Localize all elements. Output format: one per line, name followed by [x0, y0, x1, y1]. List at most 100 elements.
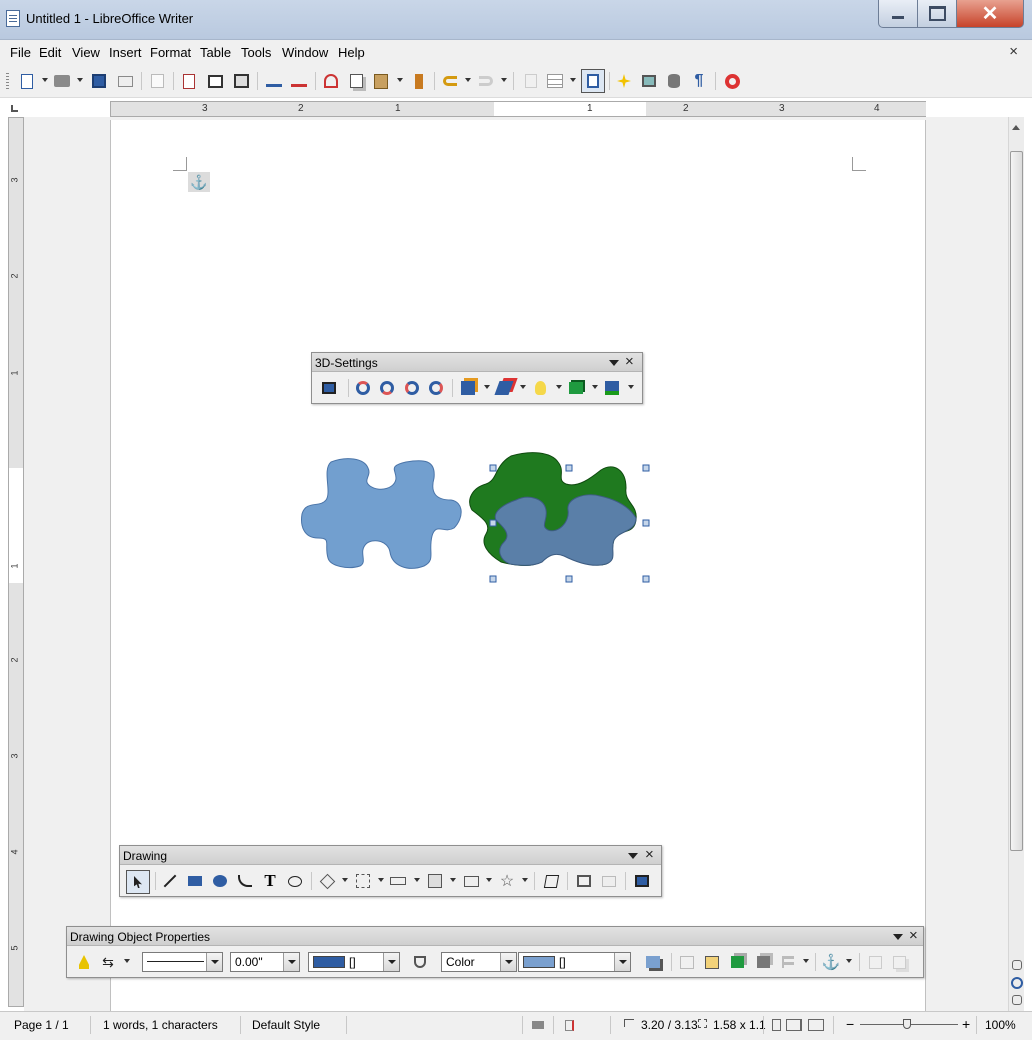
open-folder-icon[interactable] — [52, 71, 72, 91]
arrow-style-icon[interactable]: ⇆ — [98, 952, 118, 972]
anchor-menu-icon[interactable]: ⚓ — [821, 952, 841, 972]
menu-file[interactable]: File — [10, 45, 31, 60]
menu-format[interactable]: Format — [150, 45, 191, 60]
multi-page-view-icon[interactable] — [786, 1019, 802, 1031]
horizontal-ruler[interactable]: 3 2 1 1 2 3 4 — [110, 101, 926, 117]
line-icon[interactable] — [160, 871, 180, 891]
email-icon[interactable] — [115, 71, 135, 91]
table-icon[interactable] — [545, 71, 565, 91]
3d-color-icon[interactable] — [602, 378, 622, 398]
extrusion-icon[interactable] — [632, 871, 652, 891]
book-view-icon[interactable] — [808, 1019, 824, 1031]
points-icon[interactable] — [541, 871, 561, 891]
menu-table[interactable]: Table — [200, 45, 231, 60]
ellipse-icon[interactable] — [210, 871, 230, 891]
word-count[interactable]: 1 words, 1 characters — [103, 1018, 218, 1032]
toolbar-titlebar[interactable]: Drawing × — [120, 846, 661, 865]
redo-dropdown-icon[interactable] — [501, 78, 507, 82]
close-toolbar-icon[interactable]: × — [625, 353, 634, 370]
arrange-icon[interactable] — [753, 952, 773, 972]
selection-handle[interactable] — [642, 519, 650, 527]
align-dropdown-icon[interactable] — [803, 959, 809, 963]
paste-icon[interactable] — [371, 71, 391, 91]
undo-dropdown-icon[interactable] — [465, 78, 471, 82]
zoom-in-icon[interactable]: + — [962, 1016, 970, 1032]
gallery-icon[interactable] — [639, 71, 659, 91]
close-toolbar-icon[interactable]: × — [909, 927, 918, 944]
autospellcheck-icon[interactable] — [289, 71, 309, 91]
selection-handle[interactable] — [565, 575, 573, 583]
callout-shapes-dropdown-icon[interactable] — [486, 878, 492, 882]
bring-to-front-icon[interactable] — [727, 952, 747, 972]
undo-icon[interactable] — [440, 71, 460, 91]
selection-handle[interactable] — [642, 464, 650, 472]
help-icon[interactable] — [722, 71, 742, 91]
3d-color-dropdown-icon[interactable] — [628, 385, 634, 389]
document-modified-icon[interactable] — [565, 1020, 574, 1031]
vertical-ruler[interactable]: 3 2 1 1 2 3 4 5 — [8, 117, 24, 1007]
direction-dropdown-icon[interactable] — [520, 385, 526, 389]
shadow-icon[interactable] — [643, 952, 663, 972]
edit-mode-icon[interactable] — [147, 71, 167, 91]
symbol-shapes-dropdown-icon[interactable] — [378, 878, 384, 882]
toolbar-grip[interactable] — [6, 73, 9, 89]
hyperlink-icon[interactable] — [521, 71, 541, 91]
navigation-icon[interactable] — [1011, 977, 1023, 989]
surface-dropdown-icon[interactable] — [592, 385, 598, 389]
previous-page-icon[interactable] — [1012, 960, 1022, 970]
toolbar-options-icon[interactable] — [609, 360, 619, 366]
vertical-scrollbar[interactable] — [1008, 117, 1024, 1011]
spellcheck-icon[interactable] — [264, 71, 284, 91]
close-window-button[interactable]: ✕ — [956, 0, 1024, 28]
direction-icon[interactable] — [494, 378, 514, 398]
line-style-select[interactable] — [142, 952, 223, 972]
chevron-down-icon[interactable] — [500, 953, 516, 971]
print-icon[interactable] — [205, 71, 225, 91]
spin-arrows-icon[interactable] — [283, 953, 299, 971]
chevron-down-icon[interactable] — [383, 953, 399, 971]
select-pointer-icon[interactable] — [126, 870, 150, 894]
align-icon[interactable] — [778, 952, 798, 972]
selection-handle[interactable] — [489, 575, 497, 583]
menu-tools[interactable]: Tools — [241, 45, 271, 60]
callout-shapes-icon[interactable] — [461, 871, 481, 891]
line-color-select[interactable]: [] — [308, 952, 400, 972]
lighting-dropdown-icon[interactable] — [556, 385, 562, 389]
paste-dropdown-icon[interactable] — [397, 78, 403, 82]
toolbar-titlebar[interactable]: 3D-Settings × — [312, 353, 642, 372]
surface-icon[interactable] — [566, 378, 586, 398]
depth-icon[interactable] — [458, 378, 478, 398]
selection-handle[interactable] — [642, 575, 650, 583]
ruler-corner-icon[interactable] — [11, 105, 18, 112]
line-width-field[interactable]: 0.00" — [230, 952, 300, 972]
redo-icon[interactable] — [476, 71, 496, 91]
minimize-button[interactable] — [878, 0, 918, 28]
block-arrows-icon[interactable] — [388, 871, 408, 891]
callouts-icon[interactable] — [285, 871, 305, 891]
anchor-icon[interactable]: ⚓ — [188, 172, 210, 192]
page-indicator[interactable]: Page 1 / 1 — [14, 1018, 69, 1032]
selection-handle[interactable] — [489, 519, 497, 527]
data-sources-icon[interactable] — [664, 71, 684, 91]
tilt-down-icon[interactable] — [353, 378, 373, 398]
open-dropdown-icon[interactable] — [77, 78, 83, 82]
navigator-icon[interactable] — [614, 71, 634, 91]
text-icon[interactable]: T — [260, 871, 280, 891]
single-page-view-icon[interactable] — [772, 1019, 781, 1031]
stars-dropdown-icon[interactable] — [522, 878, 528, 882]
close-document-icon[interactable]: × — [1009, 43, 1018, 60]
basic-shapes-icon[interactable] — [317, 871, 337, 891]
chevron-down-icon[interactable] — [614, 953, 630, 971]
arrow-style-dropdown-icon[interactable] — [124, 959, 130, 963]
ungroup-icon[interactable] — [889, 952, 909, 972]
table-dropdown-icon[interactable] — [570, 78, 576, 82]
page-style[interactable]: Default Style — [252, 1018, 320, 1032]
new-document-icon[interactable] — [17, 71, 37, 91]
anchor-dropdown-icon[interactable] — [846, 959, 852, 963]
formatting-marks-icon[interactable]: ¶ — [689, 71, 709, 91]
menu-insert[interactable]: Insert — [109, 45, 142, 60]
next-page-icon[interactable] — [1012, 995, 1022, 1005]
depth-dropdown-icon[interactable] — [484, 385, 490, 389]
selection-handle[interactable] — [565, 464, 573, 472]
zoom-out-icon[interactable]: − — [846, 1016, 854, 1032]
